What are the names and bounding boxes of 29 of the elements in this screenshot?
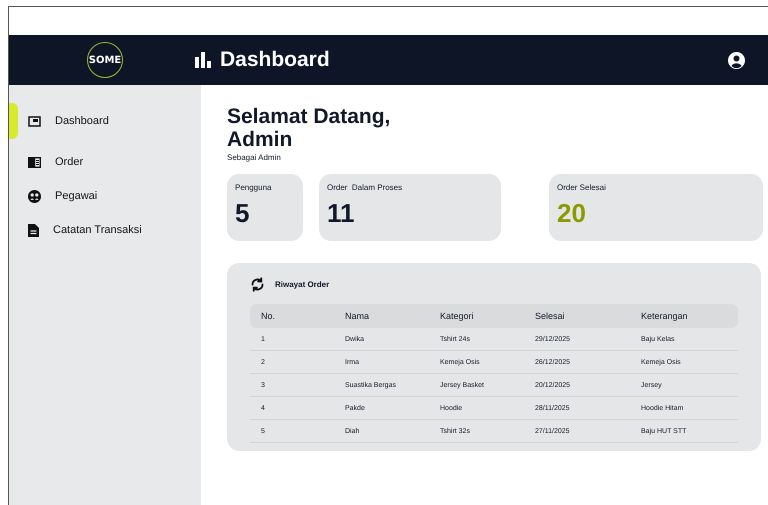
window-icon [28, 116, 41, 126]
sidebar-item[interactable]: Dashboard [9, 103, 201, 139]
column-header: Selesai [524, 304, 630, 328]
stat-label: Pengguna [235, 183, 272, 192]
welcome-heading: Selamat Datang, [227, 105, 392, 128]
logo: SOME [87, 42, 123, 78]
sidebar-item[interactable]: Pegawai [9, 185, 201, 207]
column-header: Keterangan [630, 304, 738, 328]
user-role: Sebagai Admin [227, 153, 282, 162]
active-indicator [9, 103, 18, 139]
refresh-icon[interactable] [250, 277, 265, 292]
stat-value: 11 [327, 198, 356, 229]
book-icon [28, 156, 41, 168]
column-header: Nama [334, 304, 429, 328]
user-name: Admin [227, 128, 294, 151]
stat-value: 5 [235, 198, 250, 229]
bar-chart-icon [195, 52, 212, 68]
stat-label: Order Dalam Proses [327, 183, 404, 192]
panel-title: Riwayat Order [275, 280, 330, 289]
column-header: Kategori [429, 304, 524, 328]
document-icon [28, 224, 39, 236]
column-header: No. [250, 304, 334, 328]
stat-value: 20 [557, 198, 587, 229]
page-title: Dashboard [220, 48, 330, 72]
user-avatar-icon[interactable] [728, 52, 745, 68]
stat-label: Order Selesai [557, 183, 607, 192]
people-icon [28, 190, 41, 202]
sidebar-item[interactable]: Catatan Transaksi [9, 219, 201, 241]
sidebar-item[interactable]: Order [9, 151, 201, 173]
